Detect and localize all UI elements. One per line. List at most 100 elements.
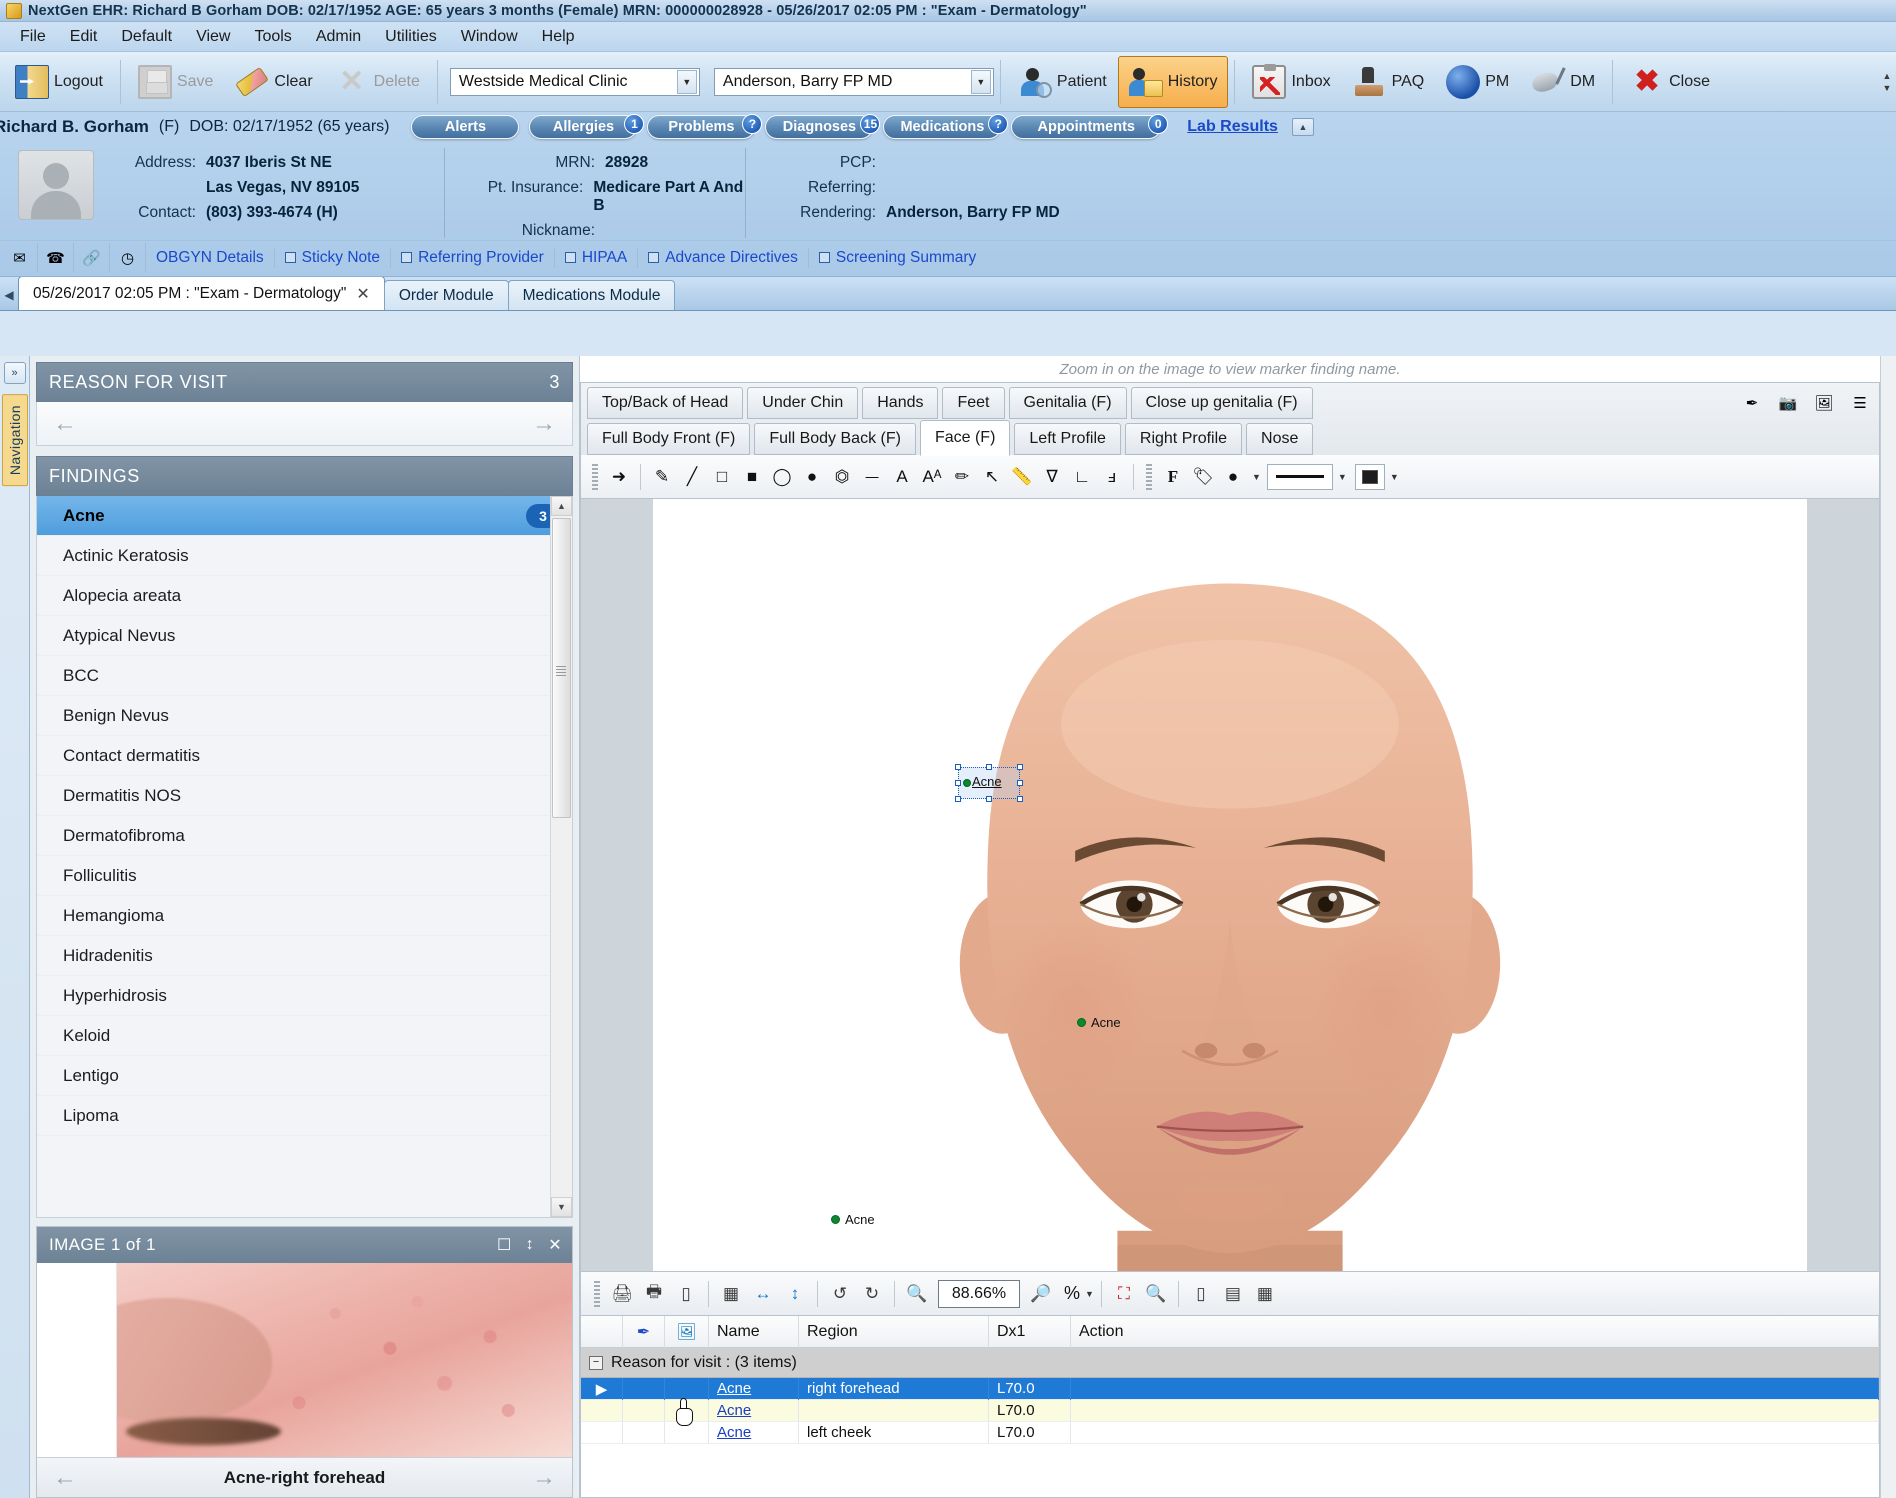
grid-col-region[interactable]: Region <box>799 1316 989 1348</box>
color-selector[interactable] <box>1355 464 1385 490</box>
line-width-selector[interactable] <box>1267 464 1333 490</box>
collapse-icon[interactable]: − <box>589 1356 603 1370</box>
resize-handle-se[interactable] <box>1017 796 1023 802</box>
menu-view[interactable]: View <box>184 24 242 50</box>
region-tab-left-profile[interactable]: Left Profile <box>1014 423 1120 455</box>
finding-item-lentigo[interactable]: Lentigo <box>37 1056 572 1096</box>
rectangle-outline-tool[interactable]: □ <box>708 462 736 492</box>
resize-handle-sw[interactable] <box>955 796 961 802</box>
menu-default[interactable]: Default <box>109 24 184 50</box>
link-sticky-note[interactable]: Sticky Note <box>285 249 380 267</box>
marker-acne-left-cheek[interactable]: Acne <box>1077 1015 1121 1030</box>
save-button[interactable]: Save <box>127 56 224 108</box>
chevron-down-icon[interactable]: ▼ <box>1085 1289 1094 1299</box>
resize-handle-e[interactable] <box>1017 780 1023 786</box>
finding-item-lipoma[interactable]: Lipoma <box>37 1096 572 1136</box>
resize-handle-w[interactable] <box>955 780 961 786</box>
select-arrow-tool[interactable]: ➜ <box>605 462 633 492</box>
menu-help[interactable]: Help <box>530 24 587 50</box>
close-icon[interactable]: ✕ <box>356 284 369 304</box>
text-style-tool[interactable]: Aᴬ <box>918 462 946 492</box>
fit-page-icon[interactable]: ▦ <box>716 1278 746 1310</box>
grid-col-dx1[interactable]: Dx1 <box>989 1316 1071 1348</box>
image-canvas[interactable]: Acne Acne Acne <box>653 499 1807 1271</box>
findings-scrollbar[interactable]: ▲ ▼ <box>550 496 572 1217</box>
polygon-filled-tool[interactable]: ⏤ <box>858 462 886 492</box>
finding-item-bcc[interactable]: BCC <box>37 656 572 696</box>
clear-button[interactable]: Clear <box>224 56 323 108</box>
fill-color-tool[interactable]: ● <box>1219 462 1247 492</box>
region-tab-nose[interactable]: Nose <box>1246 423 1313 455</box>
menu-admin[interactable]: Admin <box>304 24 373 50</box>
inbox-button[interactable]: Inbox <box>1241 56 1341 108</box>
ellipse-filled-tool[interactable]: ● <box>798 462 826 492</box>
finding-item-dermatofibroma[interactable]: Dermatofibroma <box>37 816 572 856</box>
chip-diagnoses[interactable]: Diagnoses 15 <box>765 115 873 139</box>
row-name[interactable]: Acne <box>709 1400 799 1422</box>
chevron-down-icon[interactable]: ▼ <box>1883 83 1892 93</box>
finding-item-contact-dermatitis[interactable]: Contact dermatitis <box>37 736 572 776</box>
chip-medications[interactable]: Medications ? <box>883 115 1001 139</box>
resize-updown-icon[interactable]: ↕ <box>526 1236 534 1254</box>
table-row[interactable]: ▶ Acne right forehead L70.0 <box>581 1378 1879 1400</box>
delete-button[interactable]: ✕ Delete <box>324 56 431 108</box>
navigation-label[interactable]: Navigation <box>2 394 28 486</box>
navigation-expand-button[interactable]: » <box>4 362 26 384</box>
rotate-right-icon[interactable]: ↻ <box>857 1278 887 1310</box>
row-name[interactable]: Acne <box>709 1378 799 1400</box>
pm-button[interactable]: PM <box>1435 56 1520 108</box>
line-tool[interactable]: ╱ <box>678 462 706 492</box>
curve-tool[interactable]: ∇ <box>1038 462 1066 492</box>
fit-height-icon[interactable]: ↕ <box>780 1278 810 1310</box>
ruler-tool[interactable]: 📏 <box>1008 462 1036 492</box>
logout-button[interactable]: Logout <box>4 56 114 108</box>
text-tool[interactable]: A <box>888 462 916 492</box>
ellipse-outline-tool[interactable]: ◯ <box>768 462 796 492</box>
region-tab-close-up-genitalia-f[interactable]: Close up genitalia (F) <box>1131 387 1313 419</box>
polygon-outline-tool[interactable]: ⏣ <box>828 462 856 492</box>
highlight-marker-tool[interactable]: ✏ <box>948 462 976 492</box>
chevron-down-icon[interactable]: ▼ <box>1252 472 1261 482</box>
clinic-select[interactable]: Westside Medical Clinic ▼ <box>450 68 700 96</box>
tab-scroll-left-icon[interactable]: ◀ <box>0 280 18 310</box>
zoom-out-icon[interactable]: 🔍 <box>902 1278 932 1310</box>
measure-tool[interactable]: ⅎ <box>1098 462 1126 492</box>
prev-arrow-icon[interactable]: ← <box>53 412 77 436</box>
close-icon[interactable]: ✕ <box>548 1235 562 1255</box>
grid-col-image-icon[interactable]: 🖼 <box>665 1316 709 1348</box>
finding-item-hidradenitis[interactable]: Hidradenitis <box>37 936 572 976</box>
font-color-tool[interactable]: 🏷 <box>1189 462 1217 492</box>
finding-item-actinic-keratosis[interactable]: Actinic Keratosis <box>37 536 572 576</box>
font-tool[interactable]: F <box>1159 462 1187 492</box>
resize-handle-ne[interactable] <box>1017 764 1023 770</box>
acne-clinical-photo[interactable] <box>117 1263 572 1457</box>
chevron-down-icon[interactable]: ▼ <box>1390 472 1399 482</box>
toolbar-drag-grip[interactable] <box>1146 464 1152 490</box>
marker-pen-icon[interactable]: ✒ <box>1739 391 1765 415</box>
region-tab-full-body-back-f[interactable]: Full Body Back (F) <box>754 423 916 455</box>
table-row[interactable]: Acne L70.0 <box>581 1400 1879 1422</box>
print-icon[interactable]: 🖨 <box>607 1278 637 1310</box>
menu-window[interactable]: Window <box>449 24 530 50</box>
region-tab-feet[interactable]: Feet <box>942 387 1004 419</box>
link-screening-summary[interactable]: Screening Summary <box>819 249 976 267</box>
picture-icon[interactable]: 🖼 <box>1811 391 1837 415</box>
patient-button[interactable]: Patient <box>1007 56 1118 108</box>
region-tab-right-profile[interactable]: Right Profile <box>1125 423 1242 455</box>
thumbnail-grid-icon[interactable]: ▦ <box>1250 1278 1280 1310</box>
chip-allergies[interactable]: Allergies 1 <box>529 115 637 139</box>
chevron-up-icon[interactable]: ▲ <box>1883 71 1892 81</box>
link-chain-icon[interactable]: 🔗 <box>74 243 110 273</box>
chip-problems[interactable]: Problems ? <box>647 115 755 139</box>
finding-item-alopecia-areata[interactable]: Alopecia areata <box>37 576 572 616</box>
link-hipaa[interactable]: HIPAA <box>565 249 627 267</box>
region-tab-full-body-front-f[interactable]: Full Body Front (F) <box>587 423 750 455</box>
angle-tool[interactable]: ∟ <box>1068 462 1096 492</box>
finding-item-benign-nevus[interactable]: Benign Nevus <box>37 696 572 736</box>
resize-handle-nw[interactable] <box>955 764 961 770</box>
list-icon[interactable]: ☰ <box>1847 391 1873 415</box>
finding-item-acne[interactable]: Acne 3 <box>37 496 572 536</box>
menu-edit[interactable]: Edit <box>58 24 110 50</box>
tab-order-module[interactable]: Order Module <box>384 280 509 310</box>
maximize-icon[interactable]: ☐ <box>497 1235 512 1255</box>
